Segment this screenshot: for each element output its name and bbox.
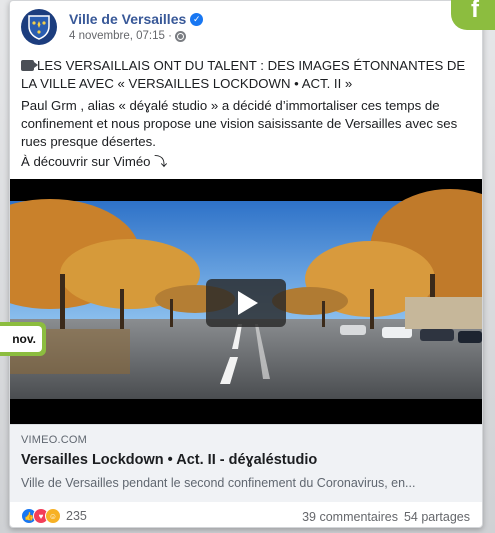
link-domain: VIMEO.COM xyxy=(21,434,87,446)
post-meta: 4 novembre, 07:15 · xyxy=(69,30,186,42)
care-reaction-icon: ☺ xyxy=(45,508,61,524)
date-callout: nov. xyxy=(0,322,46,356)
post-header: Ville de Versailles ✓ 4 novembre, 07:15 … xyxy=(10,1,482,53)
post-cta: À découvrir sur Viméo ⤵ xyxy=(21,154,168,169)
post-paragraph: Paul Grm , alias « déɣalé studio » a déc… xyxy=(21,98,458,149)
post-headline: LES VERSAILLAIS ONT DU TALENT : DES IMAG… xyxy=(21,57,470,93)
facebook-post-card: Ville de Versailles ✓ 4 novembre, 07:15 … xyxy=(9,0,483,528)
page-name[interactable]: Ville de Versailles ✓ xyxy=(69,11,204,27)
page-avatar[interactable] xyxy=(21,9,57,45)
reaction-count[interactable]: 235 xyxy=(66,509,87,523)
date-callout-label: nov. xyxy=(0,326,42,352)
play-button[interactable] xyxy=(206,279,286,327)
video-camera-icon xyxy=(21,60,38,71)
post-headline-text: LES VERSAILLAIS ONT DU TALENT : DES IMAG… xyxy=(21,58,466,91)
globe-icon xyxy=(174,30,186,42)
engagement-stats: 39 commentaires 54 partages xyxy=(302,510,470,524)
link-preview[interactable]: VIMEO.COM Versailles Lockdown • Act. II … xyxy=(10,424,482,502)
shares-count[interactable]: 54 partages xyxy=(404,510,470,524)
post-footer: 👍 ♥ ☺ 235 39 commentaires 54 partages xyxy=(10,502,482,527)
reaction-summary[interactable]: 👍 ♥ ☺ 235 xyxy=(21,508,87,524)
coat-of-arms-icon xyxy=(28,15,50,40)
post-timestamp[interactable]: 4 novembre, 07:15 · xyxy=(69,30,172,42)
screenshot-stage: Ville de Versailles ✓ 4 novembre, 07:15 … xyxy=(0,0,495,533)
verified-badge-icon: ✓ xyxy=(190,12,204,26)
video-player[interactable] xyxy=(10,179,482,424)
comments-count[interactable]: 39 commentaires xyxy=(302,510,398,524)
page-name-label[interactable]: Ville de Versailles xyxy=(69,11,186,27)
link-title[interactable]: Versailles Lockdown • Act. II - déɣalést… xyxy=(21,452,317,468)
play-icon xyxy=(238,291,258,315)
link-description: Ville de Versailles pendant le second co… xyxy=(21,476,416,490)
facebook-f-icon: f xyxy=(451,0,495,30)
